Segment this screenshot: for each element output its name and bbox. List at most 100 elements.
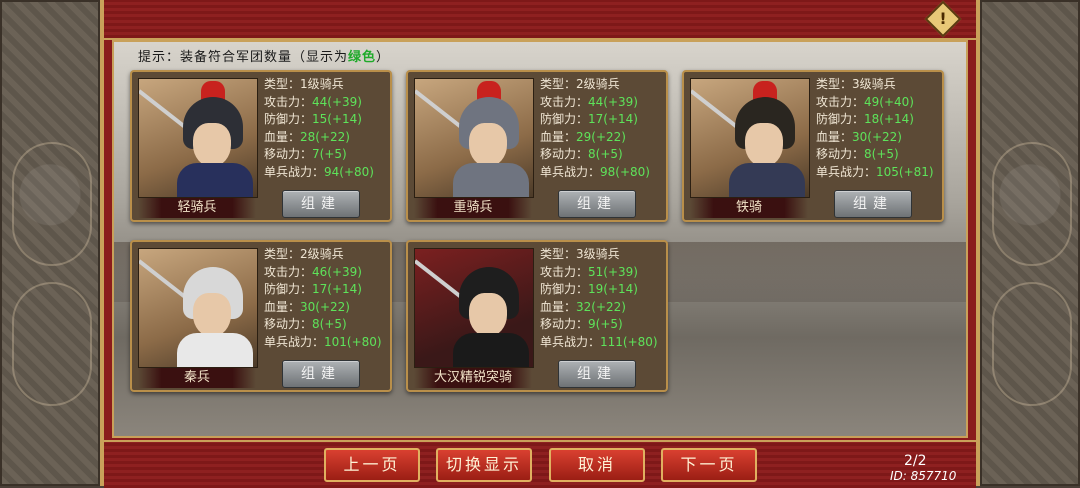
stat-label-attack: 攻击力：	[816, 94, 865, 109]
stat-label-move: 移动力：	[264, 147, 313, 161]
stat-value-move: 7(+5)	[312, 147, 347, 161]
dialog-bottom-bar	[104, 440, 976, 488]
stat-value-type: 2级骑兵	[300, 247, 344, 261]
stat-row-move: 移动力：8(+5)	[540, 146, 650, 164]
equipment-hint: 提示：装备符合军团数量（显示为绿色）	[138, 46, 390, 65]
stat-value-hp: 30(+22)	[852, 129, 902, 144]
unit-portrait	[138, 78, 258, 198]
stat-row-power: 单兵战力：101(+80)	[264, 334, 382, 352]
unit-name: 秦兵	[138, 368, 256, 388]
stat-value-move: 8(+5)	[864, 147, 899, 161]
player-id: ID: 857710	[890, 469, 957, 483]
build-button[interactable]: 组建	[558, 190, 636, 218]
unit-card: 大汉精锐突骑 类型：3级骑兵 攻击力：51(+39) 防御力：19(+14) 血量：32…	[406, 240, 668, 392]
stat-value-move: 8(+5)	[312, 317, 347, 331]
left-decorative-panel	[0, 0, 100, 486]
stat-row-move: 移动力：9(+5)	[540, 316, 658, 334]
unit-portrait	[690, 78, 810, 198]
stat-label-defense: 防御力：	[816, 112, 865, 126]
stat-label-power: 单兵战力：	[264, 164, 325, 179]
stat-value-defense: 18(+14)	[864, 112, 914, 126]
armor-icon	[177, 163, 253, 197]
stat-value-power: 98(+80)	[600, 164, 650, 179]
stat-label-type: 类型：	[816, 77, 853, 91]
stat-row-power: 单兵战力：98(+80)	[540, 164, 650, 182]
armor-icon	[177, 333, 253, 367]
unit-name: 重骑兵	[414, 198, 532, 218]
stat-label-defense: 防御力：	[264, 112, 313, 126]
stat-row-type: 类型：2级骑兵	[540, 76, 650, 94]
stat-value-defense: 17(+14)	[312, 282, 362, 296]
stat-label-type: 类型：	[540, 247, 577, 261]
unit-card: 轻骑兵 类型：1级骑兵 攻击力：44(+39) 防御力：15(+14) 血量：28(+2…	[130, 70, 392, 222]
stat-label-hp: 血量：	[816, 129, 853, 144]
hint-suffix: ）	[376, 50, 391, 65]
stat-label-defense: 防御力：	[540, 282, 589, 296]
prev-page-button[interactable]: 上一页	[324, 448, 420, 482]
unit-stats: 类型：1级骑兵 攻击力：44(+39) 防御力：15(+14) 血量：28(+22) 移…	[264, 76, 374, 181]
stat-row-type: 类型：2级骑兵	[264, 246, 382, 264]
unit-name: 铁骑	[690, 198, 808, 218]
stat-label-defense: 防御力：	[540, 112, 589, 126]
stat-value-attack: 44(+39)	[312, 94, 362, 109]
stat-value-hp: 30(+22)	[300, 299, 350, 314]
stat-value-type: 1级骑兵	[300, 77, 344, 91]
stat-row-attack: 攻击力：46(+39)	[264, 264, 382, 282]
stat-row-move: 移动力：8(+5)	[816, 146, 934, 164]
stat-row-hp: 血量：32(+22)	[540, 299, 658, 317]
stat-label-power: 单兵战力：	[816, 164, 877, 179]
page-indicator: 2/2	[904, 453, 927, 469]
stat-label-hp: 血量：	[540, 129, 577, 144]
stat-value-hp: 29(+22)	[576, 129, 626, 144]
stat-label-power: 单兵战力：	[540, 164, 601, 179]
stat-value-move: 9(+5)	[588, 317, 623, 331]
next-page-button[interactable]: 下一页	[661, 448, 757, 482]
unit-portrait	[414, 78, 534, 198]
stat-row-move: 移动力：8(+5)	[264, 316, 382, 334]
build-button[interactable]: 组建	[834, 190, 912, 218]
stat-row-defense: 防御力：15(+14)	[264, 111, 374, 129]
stat-row-attack: 攻击力：49(+40)	[816, 94, 934, 112]
stat-value-attack: 49(+40)	[864, 94, 914, 109]
stat-row-move: 移动力：7(+5)	[264, 146, 374, 164]
face-icon	[469, 123, 507, 167]
dragon-medallion-icon	[12, 142, 92, 266]
face-icon	[469, 293, 507, 337]
cancel-button[interactable]: 取消	[549, 448, 645, 482]
stat-row-defense: 防御力：17(+14)	[540, 111, 650, 129]
stat-value-hp: 28(+22)	[300, 129, 350, 144]
unit-stats: 类型：3级骑兵 攻击力：51(+39) 防御力：19(+14) 血量：32(+22) 移…	[540, 246, 658, 351]
stat-row-type: 类型：1级骑兵	[264, 76, 374, 94]
dragon-medallion-icon	[12, 282, 92, 406]
stat-row-power: 单兵战力：111(+80)	[540, 334, 658, 352]
stat-label-attack: 攻击力：	[540, 264, 589, 279]
stat-label-attack: 攻击力：	[264, 264, 313, 279]
stat-label-type: 类型：	[540, 77, 577, 91]
stat-label-move: 移动力：	[264, 317, 313, 331]
stat-value-power: 94(+80)	[324, 164, 374, 179]
stat-row-attack: 攻击力：51(+39)	[540, 264, 658, 282]
unit-stats: 类型：3级骑兵 攻击力：49(+40) 防御力：18(+14) 血量：30(+22) 移…	[816, 76, 934, 181]
build-button[interactable]: 组建	[282, 190, 360, 218]
build-button[interactable]: 组建	[558, 360, 636, 388]
stat-row-attack: 攻击力：44(+39)	[540, 94, 650, 112]
stat-label-hp: 血量：	[264, 129, 301, 144]
toggle-display-button[interactable]: 切换显示	[436, 448, 532, 482]
unit-portrait	[138, 248, 258, 368]
stat-row-power: 单兵战力：105(+81)	[816, 164, 934, 182]
unit-card: 重骑兵 类型：2级骑兵 攻击力：44(+39) 防御力：17(+14) 血量：29(+2…	[406, 70, 668, 222]
stat-value-power: 111(+80)	[600, 334, 658, 349]
stat-value-type: 3级骑兵	[852, 77, 896, 91]
build-button[interactable]: 组建	[282, 360, 360, 388]
stat-label-move: 移动力：	[816, 147, 865, 161]
stat-label-defense: 防御力：	[264, 282, 313, 296]
stat-row-attack: 攻击力：44(+39)	[264, 94, 374, 112]
stat-label-attack: 攻击力：	[264, 94, 313, 109]
stat-row-hp: 血量：30(+22)	[816, 129, 934, 147]
armor-icon	[453, 163, 529, 197]
stat-label-hp: 血量：	[540, 299, 577, 314]
stat-row-hp: 血量：28(+22)	[264, 129, 374, 147]
armor-icon	[453, 333, 529, 367]
stat-row-power: 单兵战力：94(+80)	[264, 164, 374, 182]
stat-row-hp: 血量：30(+22)	[264, 299, 382, 317]
